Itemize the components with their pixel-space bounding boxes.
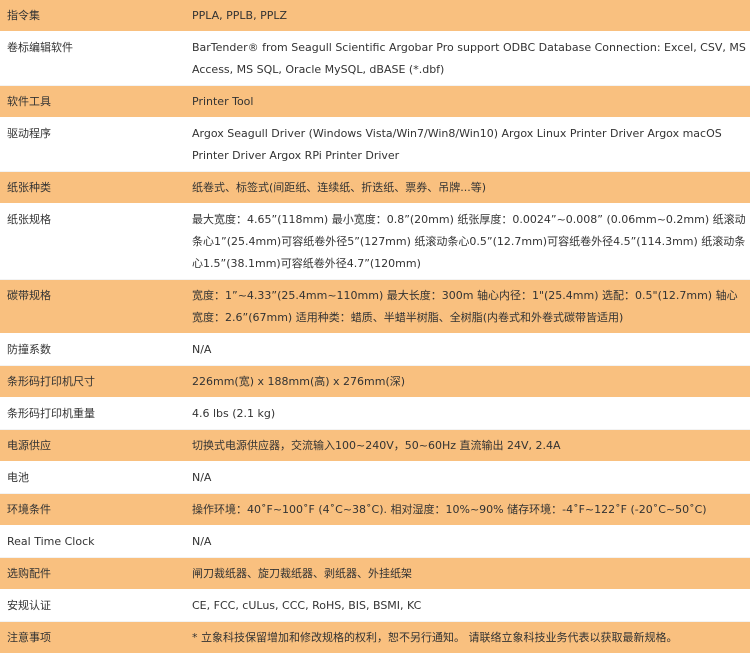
spec-label: 条形码打印机尺寸 xyxy=(0,365,184,398)
spec-row-environment: 环境条件 操作环境：40˚F~100˚F (4˚C~38˚C). 相对湿度：10… xyxy=(0,493,750,526)
spec-value: 切换式电源供应器，交流输入100~240V，50~60Hz 直流输出 24V, … xyxy=(184,429,750,462)
spec-label: 条形码打印机重量 xyxy=(0,397,184,430)
spec-row-options: 选购配件 闸刀裁纸器、旋刀裁纸器、剥纸器、外挂纸架 xyxy=(0,557,750,590)
spec-label: 碳带规格 xyxy=(0,279,184,334)
spec-label: 卷标编辑软件 xyxy=(0,31,184,86)
spec-row-drivers: 驱动程序 Argox Seagull Driver (Windows Vista… xyxy=(0,117,750,172)
spec-value: BarTender® from Seagull Scientific Argob… xyxy=(184,31,750,86)
spec-value: 宽度：1”~4.33”(25.4mm~110mm) 最大长度：300m 轴心内径… xyxy=(184,279,750,334)
spec-label: 纸张规格 xyxy=(0,203,184,280)
spec-label: 注意事项 xyxy=(0,621,184,654)
spec-row-media-types: 纸张种类 纸卷式、标签式(间距纸、连续纸、折迭纸、票券、吊牌...等) xyxy=(0,171,750,204)
spec-value: CE, FCC, cULus, CCC, RoHS, BIS, BSMI, KC xyxy=(184,589,750,622)
spec-row-drop-rating: 防撞系数 N/A xyxy=(0,333,750,366)
spec-label: 驱动程序 xyxy=(0,117,184,172)
spec-value: N/A xyxy=(184,461,750,494)
spec-table: 指令集 PPLA, PPLB, PPLZ 卷标编辑软件 BarTender® f… xyxy=(0,0,750,654)
spec-row-ribbon-specs: 碳带规格 宽度：1”~4.33”(25.4mm~110mm) 最大长度：300m… xyxy=(0,279,750,334)
spec-label: 防撞系数 xyxy=(0,333,184,366)
spec-row-label-software: 卷标编辑软件 BarTender® from Seagull Scientifi… xyxy=(0,31,750,86)
spec-value: 最大宽度：4.65”(118mm) 最小宽度：0.8”(20mm) 纸张厚度：0… xyxy=(184,203,750,280)
spec-row-real-time-clock: Real Time Clock N/A xyxy=(0,525,750,558)
spec-label: 软件工具 xyxy=(0,85,184,118)
spec-value: * 立象科技保留增加和修改规格的权利，恕不另行通知。 请联络立象科技业务代表以获… xyxy=(184,621,750,654)
spec-value: 闸刀裁纸器、旋刀裁纸器、剥纸器、外挂纸架 xyxy=(184,557,750,590)
spec-row-power-supply: 电源供应 切换式电源供应器，交流输入100~240V，50~60Hz 直流输出 … xyxy=(0,429,750,462)
spec-row-battery: 电池 N/A xyxy=(0,461,750,494)
spec-row-notes: 注意事项 * 立象科技保留增加和修改规格的权利，恕不另行通知。 请联络立象科技业… xyxy=(0,621,750,654)
spec-value: 226mm(宽) x 188mm(高) x 276mm(深) xyxy=(184,365,750,398)
spec-row-certifications: 安规认证 CE, FCC, cULus, CCC, RoHS, BIS, BSM… xyxy=(0,589,750,622)
spec-row-instruction-set: 指令集 PPLA, PPLB, PPLZ xyxy=(0,0,750,32)
spec-value: PPLA, PPLB, PPLZ xyxy=(184,0,750,32)
spec-label: 安规认证 xyxy=(0,589,184,622)
spec-label: 选购配件 xyxy=(0,557,184,590)
spec-row-printer-dimensions: 条形码打印机尺寸 226mm(宽) x 188mm(高) x 276mm(深) xyxy=(0,365,750,398)
spec-table-body: 指令集 PPLA, PPLB, PPLZ 卷标编辑软件 BarTender® f… xyxy=(0,0,750,654)
spec-row-media-specs: 纸张规格 最大宽度：4.65”(118mm) 最小宽度：0.8”(20mm) 纸… xyxy=(0,203,750,280)
spec-value: N/A xyxy=(184,333,750,366)
spec-value: 操作环境：40˚F~100˚F (4˚C~38˚C). 相对湿度：10%~90%… xyxy=(184,493,750,526)
spec-value: 4.6 lbs (2.1 kg) xyxy=(184,397,750,430)
spec-label: 指令集 xyxy=(0,0,184,32)
spec-value: 纸卷式、标签式(间距纸、连续纸、折迭纸、票券、吊牌...等) xyxy=(184,171,750,204)
spec-value: Printer Tool xyxy=(184,85,750,118)
spec-label: Real Time Clock xyxy=(0,525,184,558)
spec-row-printer-weight: 条形码打印机重量 4.6 lbs (2.1 kg) xyxy=(0,397,750,430)
spec-label: 电源供应 xyxy=(0,429,184,462)
spec-row-software-tools: 软件工具 Printer Tool xyxy=(0,85,750,118)
spec-value: Argox Seagull Driver (Windows Vista/Win7… xyxy=(184,117,750,172)
spec-label: 电池 xyxy=(0,461,184,494)
spec-label: 纸张种类 xyxy=(0,171,184,204)
spec-label: 环境条件 xyxy=(0,493,184,526)
spec-value: N/A xyxy=(184,525,750,558)
